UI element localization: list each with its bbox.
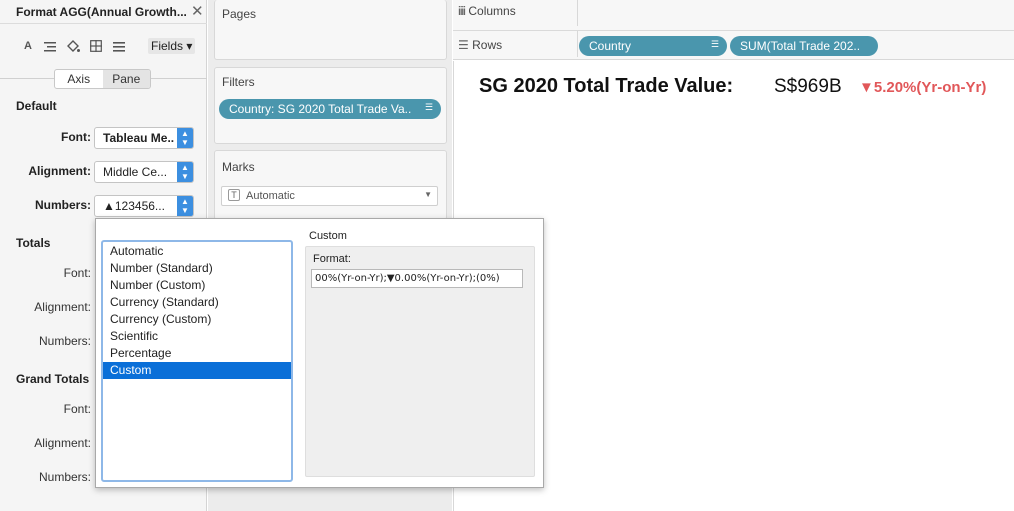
stepper-icon: ▲ ▼ xyxy=(177,128,193,148)
default-numbers-value: ▲123456... xyxy=(103,199,165,213)
filter-pill[interactable]: Country: SG 2020 Total Trade Va.. ☰ xyxy=(219,99,441,119)
alignment-format-icon[interactable] xyxy=(40,34,60,58)
chevron-down-icon: ▼ xyxy=(424,190,432,199)
custom-format-panel: Format: 00%(Yr-on-Yr);▼0.00%(Yr-on-Yr);(… xyxy=(305,246,535,477)
grand-totals-numbers-label: Numbers: xyxy=(38,470,91,484)
divider xyxy=(453,30,1014,31)
totals-numbers-label: Numbers: xyxy=(38,334,91,348)
format-option-custom[interactable]: Custom xyxy=(103,362,291,379)
default-numbers-label: Numbers: xyxy=(34,198,91,212)
format-option-percentage[interactable]: Percentage xyxy=(103,345,291,362)
grand-totals-alignment-label: Alignment: xyxy=(34,436,91,450)
rows-pill-country-label: Country xyxy=(589,39,632,53)
marks-type-dropdown[interactable]: T Automatic ▼ xyxy=(221,186,438,206)
marks-title: Marks xyxy=(222,160,255,174)
close-icon[interactable]: ✕ xyxy=(191,2,204,20)
tab-pane[interactable]: Pane xyxy=(102,70,150,88)
custom-panel-title: Custom xyxy=(309,230,347,242)
rows-pill-sum[interactable]: SUM(Total Trade 202.. xyxy=(730,36,878,56)
stepper-icon: ▲ ▼ xyxy=(177,162,193,182)
default-alignment-value: Middle Ce... xyxy=(103,165,168,179)
format-pane-header: Format AGG(Annual Growth... ✕ xyxy=(0,0,207,24)
format-option-number-custom[interactable]: Number (Custom) xyxy=(103,277,291,294)
fields-dropdown[interactable]: Fields ▾ xyxy=(148,38,196,54)
format-pane-title: Format AGG(Annual Growth... xyxy=(16,5,187,19)
axis-pane-tabs: Axis Pane xyxy=(54,69,151,89)
default-alignment-label: Alignment: xyxy=(28,164,91,178)
format-type-list[interactable]: Automatic Number (Standard) Number (Cust… xyxy=(101,240,293,482)
filters-title: Filters xyxy=(222,75,255,89)
columns-rows-shelves: iii Columns ☰ Rows Country ☰ SUM(Total T… xyxy=(453,0,1014,60)
pages-card[interactable]: Pages xyxy=(214,0,447,60)
columns-shelf-label: iii Columns xyxy=(458,4,516,18)
format-option-currency-custom[interactable]: Currency (Custom) xyxy=(103,311,291,328)
totals-font-label: Font: xyxy=(63,266,91,280)
shading-format-icon[interactable] xyxy=(63,34,83,58)
default-alignment-select[interactable]: Middle Ce... ▲ ▼ xyxy=(94,161,194,183)
filter-sort-icon: ☰ xyxy=(424,102,433,112)
stepper-icon: ▲ ▼ xyxy=(177,196,193,216)
grand-totals-font-label: Font: xyxy=(63,402,91,416)
divider xyxy=(577,0,578,26)
filter-pill-label: Country: SG 2020 Total Trade Va.. xyxy=(229,102,412,116)
grand-totals-section-title: Grand Totals xyxy=(16,372,90,386)
lines-format-icon[interactable] xyxy=(109,34,129,58)
columns-label-text: Columns xyxy=(468,4,516,18)
format-option-automatic[interactable]: Automatic xyxy=(103,243,291,260)
rows-shelf-label: ☰ Rows xyxy=(458,38,502,52)
view-change: ▼5.20%(Yr-on-Yr) xyxy=(859,79,987,96)
marks-type-value: Automatic xyxy=(246,190,295,202)
number-format-popup: Automatic Number (Standard) Number (Cust… xyxy=(95,218,544,488)
default-numbers-select[interactable]: ▲123456... ▲ ▼ xyxy=(94,195,194,217)
default-font-select[interactable]: Tableau Me.. ▲ ▼ xyxy=(94,127,194,149)
font-format-icon[interactable]: A xyxy=(18,34,38,58)
marks-card: Marks xyxy=(214,150,447,220)
borders-format-icon[interactable] xyxy=(86,34,106,58)
totals-section-title: Totals xyxy=(16,236,51,250)
text-mark-icon: T xyxy=(228,189,240,201)
format-string-input[interactable]: 00%(Yr-on-Yr);▼0.00%(Yr-on-Yr);(0%) xyxy=(311,269,523,288)
view-value: S$969B xyxy=(774,76,842,97)
format-label: Format: xyxy=(313,253,351,265)
default-font-label: Font: xyxy=(61,130,91,144)
rows-label-text: Rows xyxy=(472,38,503,52)
view-title: SG 2020 Total Trade Value: xyxy=(479,75,734,97)
format-option-number-standard[interactable]: Number (Standard) xyxy=(103,260,291,277)
format-toolbar: A Fields ▾ xyxy=(0,34,207,58)
format-option-scientific[interactable]: Scientific xyxy=(103,328,291,345)
default-font-value: Tableau Me.. xyxy=(103,131,175,145)
rows-pill-sum-label: SUM(Total Trade 202.. xyxy=(740,39,861,53)
filters-card[interactable]: Filters Country: SG 2020 Total Trade Va.… xyxy=(214,67,447,144)
rows-icon: ☰ xyxy=(458,38,469,52)
totals-alignment-label: Alignment: xyxy=(34,300,91,314)
sort-icon: ☰ xyxy=(710,39,719,49)
pages-title: Pages xyxy=(222,7,257,21)
columns-icon: iii xyxy=(458,4,466,18)
divider xyxy=(577,31,578,57)
rows-pill-country[interactable]: Country ☰ xyxy=(579,36,727,56)
tab-axis[interactable]: Axis xyxy=(55,70,103,88)
default-section-title: Default xyxy=(16,99,57,113)
format-option-currency-standard[interactable]: Currency (Standard) xyxy=(103,294,291,311)
